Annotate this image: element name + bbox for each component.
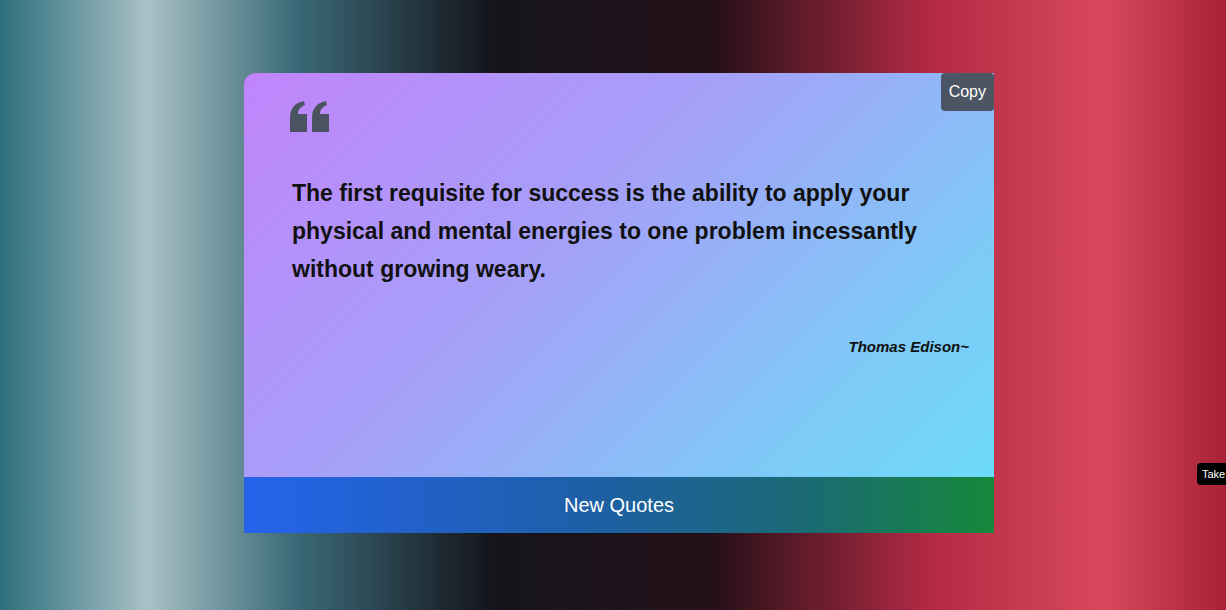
quote-mark-icon (244, 73, 994, 134)
side-tab[interactable]: Take (1197, 463, 1226, 485)
quote-text: The first requisite for success is the a… (244, 134, 994, 288)
quote-author: Thomas Edison~ (849, 288, 994, 355)
new-quote-button[interactable]: New Quotes (244, 477, 994, 533)
copy-button[interactable]: Copy (941, 73, 994, 111)
stage: The first requisite for success is the a… (0, 0, 1226, 533)
quote-card: The first requisite for success is the a… (244, 73, 994, 533)
